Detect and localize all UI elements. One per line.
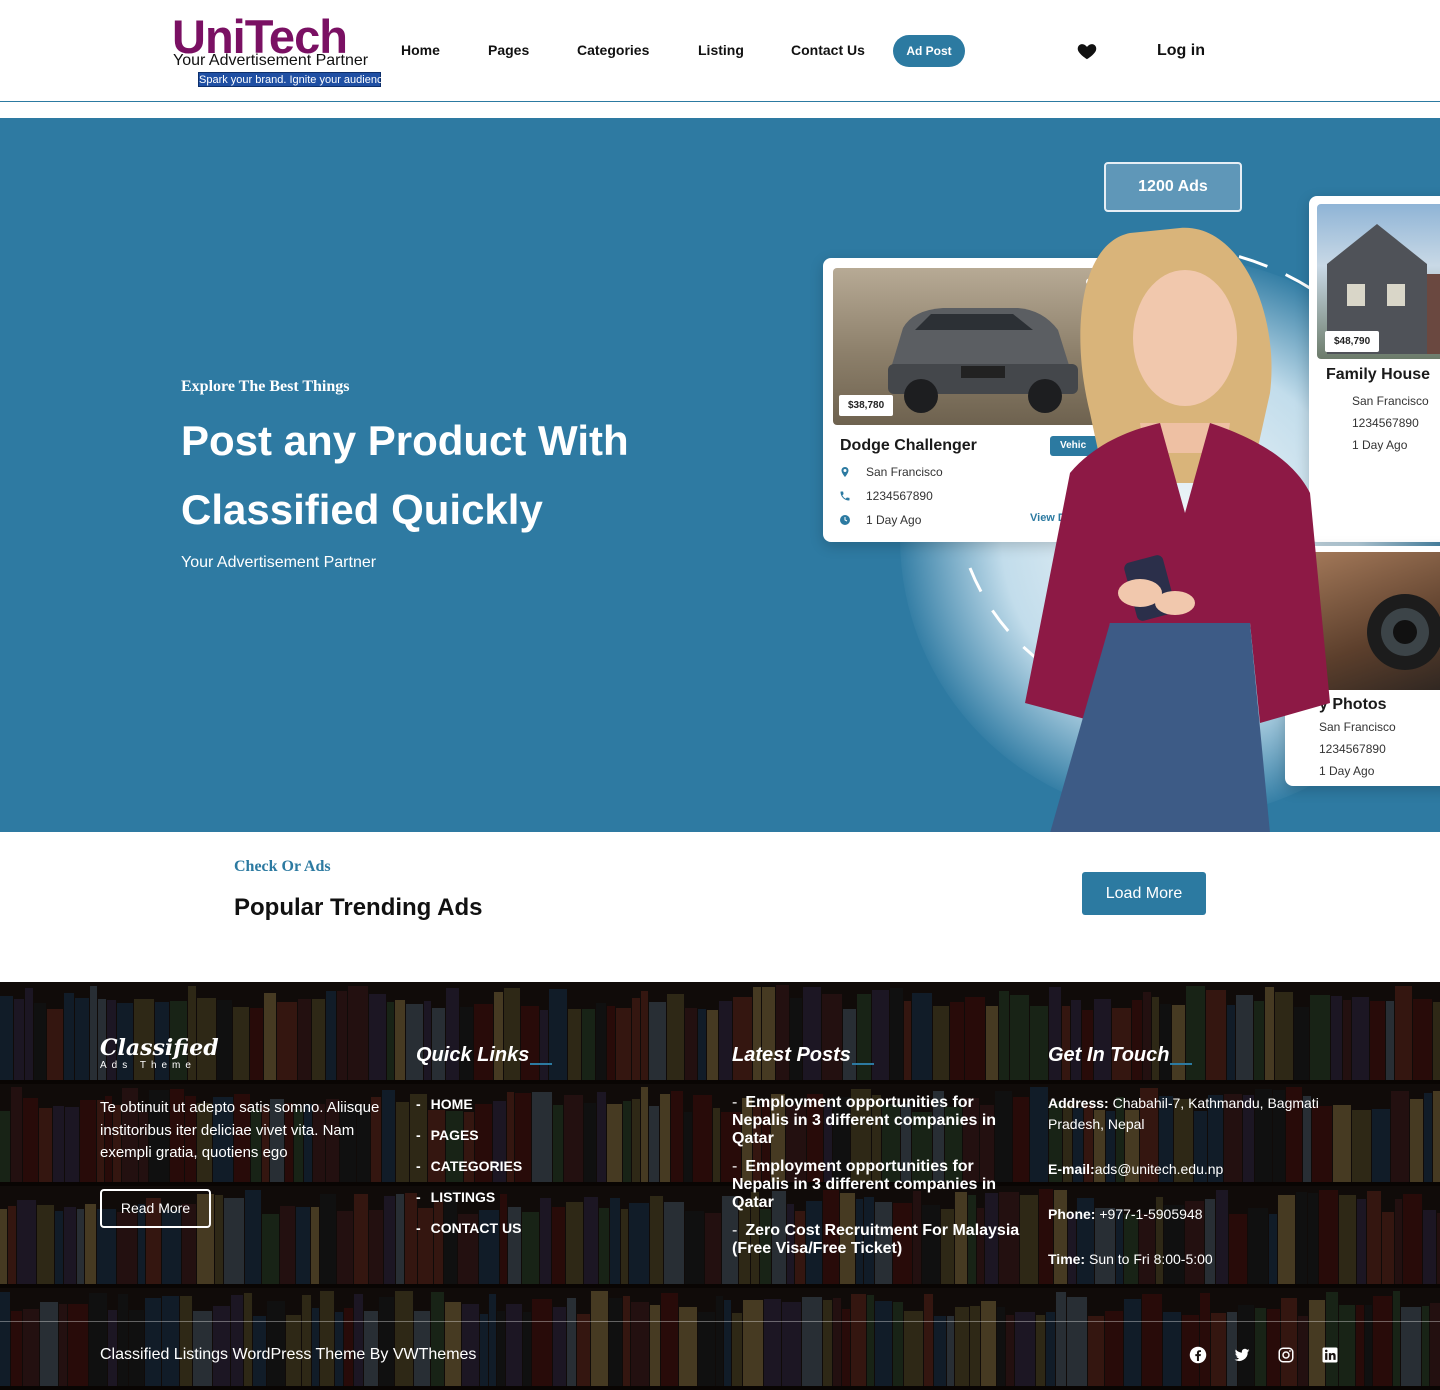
twitter-icon[interactable] (1233, 1346, 1251, 1364)
site-logo[interactable]: UniTech Your Advertisement Partner Spark… (172, 12, 389, 92)
latest-post-item[interactable]: - Employment opportunities for Nepalis in… (732, 1094, 1024, 1148)
copyright-text[interactable]: Classified Listings WordPress Theme By V… (100, 1346, 476, 1364)
quick-links-heading: Quick Links (416, 1044, 553, 1067)
trending-eyebrow: Check Or Ads (234, 858, 331, 875)
latest-post-item[interactable]: - Employment opportunities for Nepalis in… (732, 1158, 1024, 1212)
card-title: Dodge Challenger (840, 437, 977, 454)
model-woman-image (1025, 227, 1330, 832)
nav-listing[interactable]: Listing (698, 41, 744, 59)
card-location: San Francisco (866, 465, 943, 479)
card-time: 1 Day Ago (1352, 438, 1408, 452)
contact-time: Time: Sun to Fri 8:00-5:00 (1048, 1251, 1213, 1267)
logo-slogan: Spark your brand. Ignite your audience (198, 72, 389, 87)
site-header: UniTech Your Advertisement Partner Spark… (0, 0, 1440, 102)
linkedin-icon[interactable] (1321, 1346, 1339, 1364)
card-location: San Francisco (1352, 394, 1429, 408)
card-phone: 1234567890 (1352, 416, 1419, 430)
contact-phone[interactable]: Phone: +977-1-5905948 (1048, 1204, 1338, 1225)
card-title: Family House (1326, 366, 1431, 383)
footer-link-pages[interactable]: - PAGES (416, 1127, 479, 1143)
facebook-icon[interactable] (1189, 1346, 1207, 1364)
site-footer: Classified Ads Theme Te obtinuit ut adep… (0, 982, 1440, 1390)
hero-banner: Explore The Best Things Post any Product… (0, 118, 1440, 832)
footer-link-categories[interactable]: - CATEGORIES (416, 1158, 522, 1174)
footer-link-contact-us[interactable]: - CONTACT US (416, 1220, 521, 1236)
card-phone: 1234567890 (866, 489, 933, 503)
hero-eyebrow: Explore The Best Things (181, 378, 350, 395)
logo-tagline: Your Advertisement Partner (173, 52, 369, 69)
footer-divider (0, 1321, 1440, 1322)
footer-link-listings[interactable]: - LISTINGS (416, 1189, 495, 1205)
latest-posts-heading: Latest Posts (732, 1044, 874, 1067)
ads-count-badge: 1200 Ads (1104, 162, 1242, 212)
get-in-touch-heading: Get In Touch (1048, 1044, 1193, 1067)
contact-email[interactable]: E-mail:ads@unitech.edu.np (1048, 1159, 1338, 1180)
footer-link-home[interactable]: - HOME (416, 1096, 473, 1112)
latest-post-item[interactable]: - Zero Cost Recruitment For Malaysia (Fre… (732, 1222, 1024, 1258)
heart-icon[interactable] (1076, 40, 1098, 62)
clock-icon (840, 515, 850, 525)
nav-categories[interactable]: Categories (577, 41, 649, 59)
hero-title: Post any Product With Classified Quickly (181, 417, 629, 533)
login-link[interactable]: Log in (1157, 41, 1205, 60)
trending-title: Popular Trending Ads (234, 894, 483, 921)
price-tag: $38,780 (839, 395, 894, 416)
footer-logo-main: Classified (100, 1035, 219, 1061)
card-time: 1 Day Ago (866, 513, 922, 527)
phone-icon (840, 491, 850, 501)
nav-home[interactable]: Home (401, 41, 440, 59)
hero-subtitle: Your Advertisement Partner (181, 554, 377, 571)
load-more-button[interactable]: Load More (1082, 872, 1206, 915)
footer-description: Te obtinuit ut adepto satis somno. Aliis… (100, 1099, 380, 1161)
contact-address: Address: Chabahil-7, Kathmandu, Bagmati … (1048, 1095, 1319, 1132)
read-more-button[interactable]: Read More (100, 1189, 211, 1228)
nav-contact-us[interactable]: Contact Us (791, 41, 865, 59)
footer-logo[interactable]: Classified Ads Theme (100, 1036, 219, 1072)
location-icon (841, 467, 849, 477)
footer-logo-sub: Ads Theme (100, 1060, 196, 1071)
nav-pages[interactable]: Pages (488, 41, 529, 59)
instagram-icon[interactable] (1277, 1346, 1295, 1364)
ad-post-button[interactable]: Ad Post (893, 35, 965, 67)
